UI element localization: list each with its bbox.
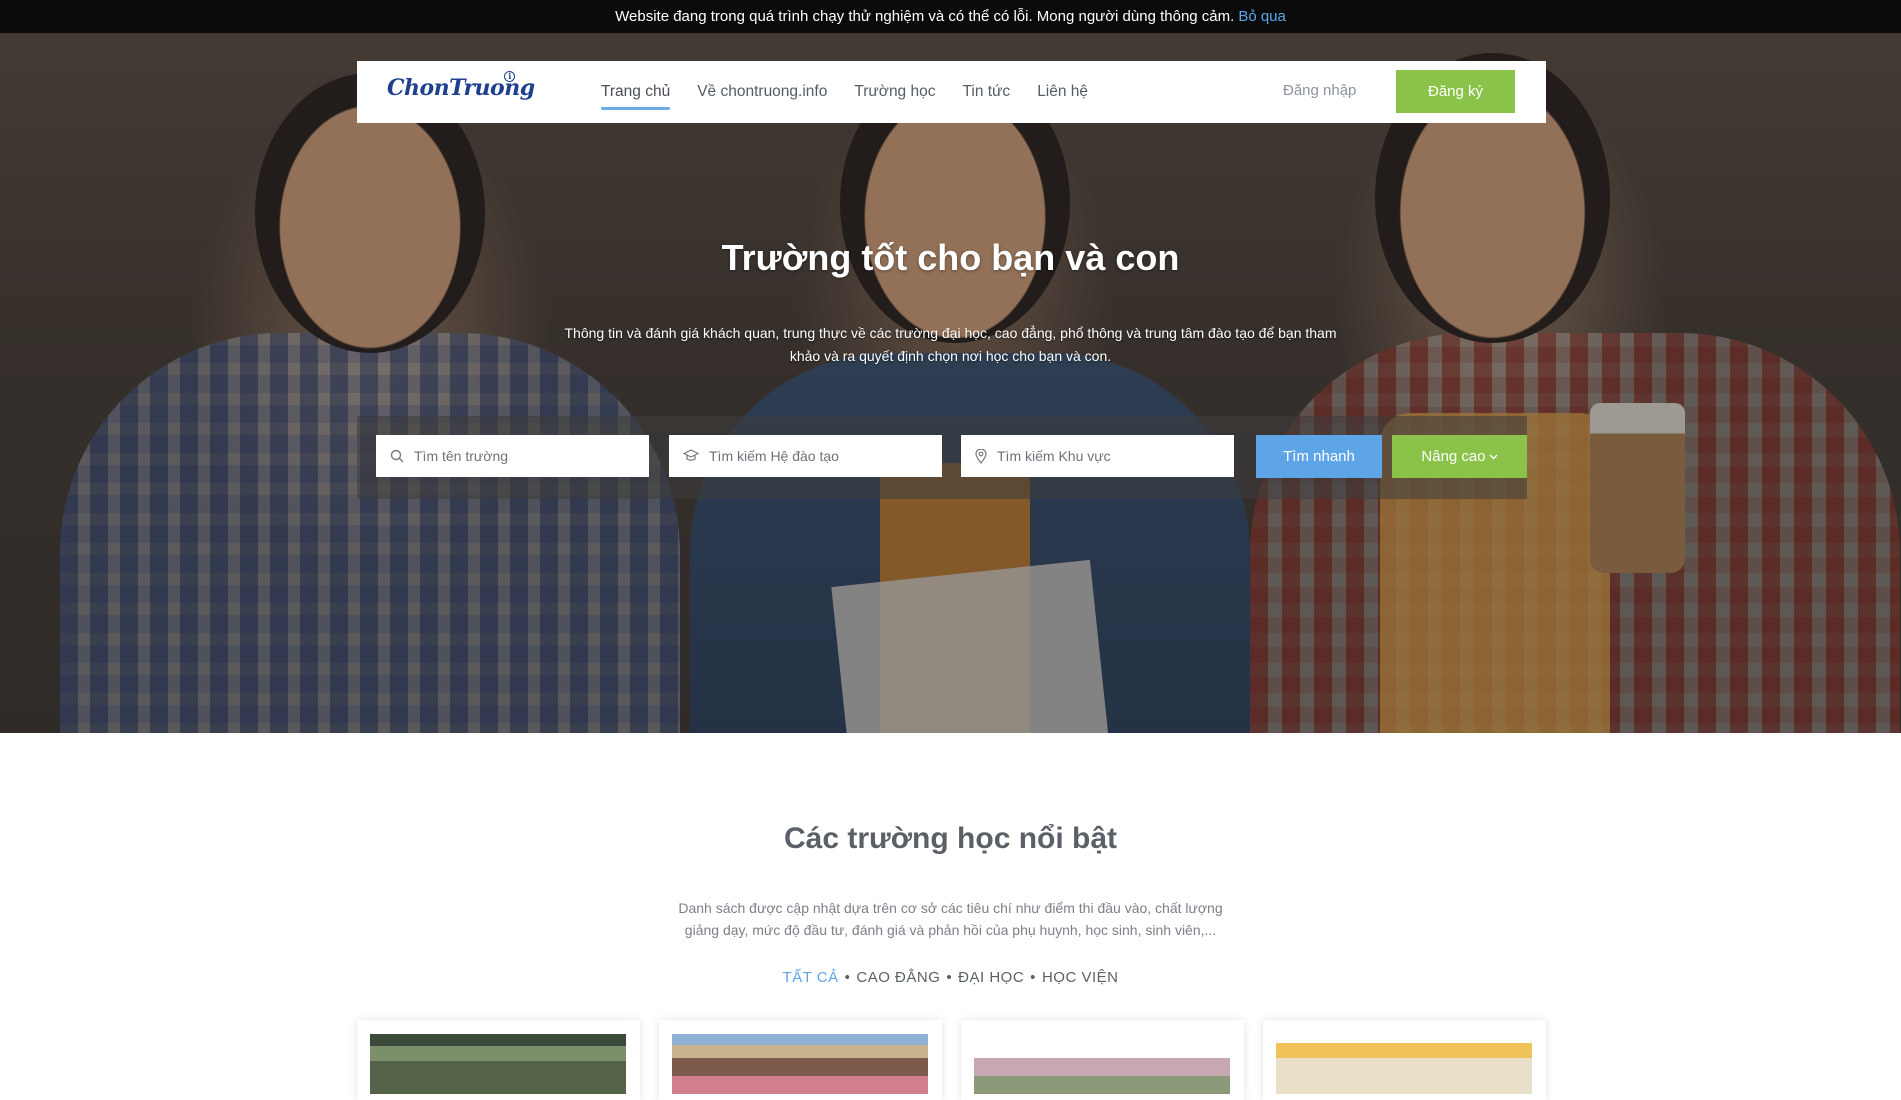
hero-subtitle: Thông tin và đánh giá khách quan, trung … [564,325,1337,364]
notice-text: Website đang trong quá trình chạy thử ng… [615,8,1235,25]
filter-university[interactable]: ĐẠI HỌC [958,969,1024,986]
login-link[interactable]: Đăng nhập [1283,82,1356,99]
graduation-cap-icon [683,449,699,461]
school-card-list [357,1020,1546,1100]
filter-all[interactable]: TẤT CẢ [783,969,839,986]
school-card[interactable] [1263,1020,1546,1100]
program-search-field[interactable] [669,435,942,477]
region-search-field[interactable] [961,435,1234,477]
nav-item-contact[interactable]: Liên hệ [1037,83,1088,101]
quick-search-button[interactable]: Tìm nhanh [1256,435,1382,478]
nav-item-schools[interactable]: Trường học [854,83,935,101]
school-card-image [1276,1034,1532,1094]
advanced-search-button[interactable]: Nâng cao [1392,435,1527,478]
info-icon: i [504,71,515,82]
register-button[interactable]: Đăng ký [1396,70,1515,113]
school-card-image [974,1034,1230,1094]
search-panel: Tìm nhanh Nâng cao [357,416,1527,499]
nav-menu: Trang chủ Về chontruong.info Trường học … [601,61,1088,123]
school-search-field[interactable] [376,435,649,477]
nav-item-news[interactable]: Tin tức [962,83,1010,101]
hero-title: Trường tốt cho bạn và con [721,237,1180,278]
main-navbar: ChonTruong i Trang chủ Về chontruong.inf… [357,61,1546,123]
featured-section-title: Các trường học nổi bật [783,822,1118,855]
school-card-image [672,1034,928,1094]
map-pin-icon [975,448,987,464]
notice-skip-link[interactable]: Bỏ qua [1238,8,1286,25]
region-search-input[interactable] [997,448,1217,464]
filter-academy[interactable]: HỌC VIỆN [1042,969,1119,986]
school-type-filter: TẤT CẢ • CAO ĐẲNG • ĐẠI HỌC • HỌC VIỆN [0,969,1901,986]
advanced-search-label: Nâng cao [1421,448,1486,465]
search-icon [390,449,404,463]
program-search-input[interactable] [709,448,929,464]
chevron-down-icon [1489,454,1498,459]
filter-separator: • [946,969,953,986]
nav-item-about[interactable]: Về chontruong.info [697,83,827,101]
filter-college[interactable]: CAO ĐẲNG [856,969,940,986]
hero-overlay [0,33,1901,733]
school-card[interactable] [961,1020,1244,1100]
school-card[interactable] [659,1020,942,1100]
school-search-input[interactable] [414,448,634,464]
school-card-image [370,1034,626,1094]
site-logo[interactable]: ChonTruong i [387,71,535,101]
notice-bar: Website đang trong quá trình chạy thử ng… [0,0,1901,33]
filter-separator: • [844,969,851,986]
filter-separator: • [1030,969,1036,986]
hero-banner [0,33,1901,733]
featured-section-description: Danh sách được cập nhật dựa trên cơ sở c… [678,900,1223,938]
school-card[interactable] [357,1020,640,1100]
nav-item-home[interactable]: Trang chủ [601,83,671,110]
